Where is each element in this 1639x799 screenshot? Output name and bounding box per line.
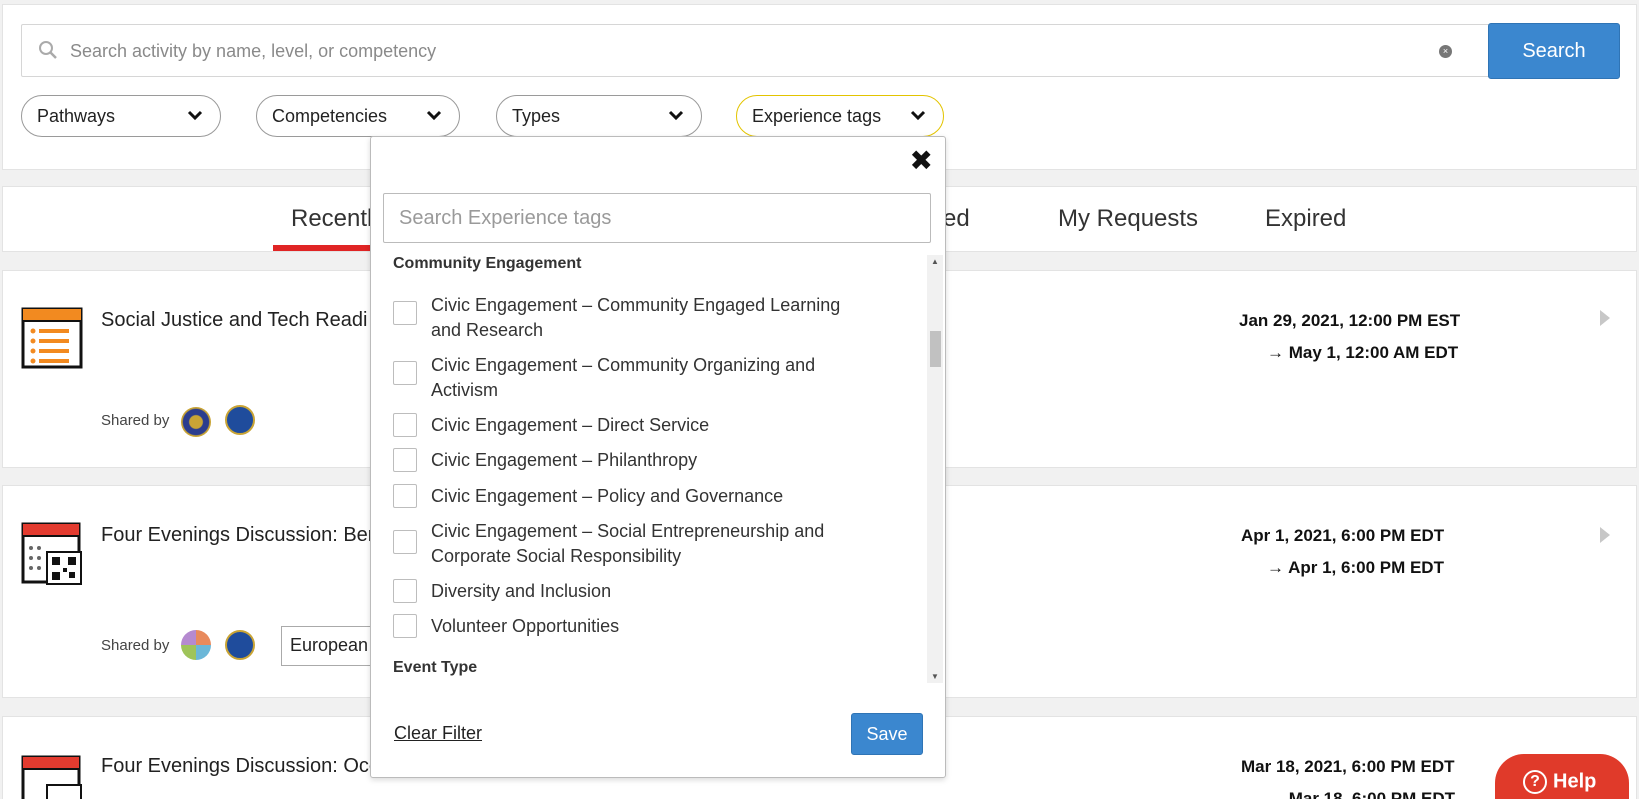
pathways-dropdown[interactable]: Pathways <box>21 95 221 137</box>
tab-my-requests[interactable]: My Requests <box>1058 205 1198 233</box>
tag-label: Diversity and Inclusion <box>431 581 612 601</box>
tag-option[interactable]: Civic Engagement – Community Engaged Lea… <box>393 293 873 343</box>
card-title[interactable]: Social Justice and Tech Readi <box>101 309 367 332</box>
chevron-down-icon <box>910 110 926 121</box>
types-dropdown[interactable]: Types <box>496 95 702 137</box>
end-date: → May 1, 12:00 AM EDT <box>1267 343 1459 362</box>
scroll-up-icon[interactable]: ▲ <box>930 257 940 266</box>
question-icon: ? <box>1523 770 1547 794</box>
tag-option[interactable]: Civic Engagement – Philanthropy <box>393 448 873 474</box>
checkbox[interactable] <box>393 579 417 603</box>
start-date: Jan 29, 2021, 12:00 PM EST <box>1239 311 1461 330</box>
tag-option[interactable]: Civic Engagement – Direct Service <box>393 413 873 439</box>
group-heading-event-type: Event Type <box>393 659 478 676</box>
experience-tags-popup: ✖ Community Engagement Civic Engagement … <box>370 136 946 778</box>
avatar <box>181 630 211 660</box>
experience-tags-list[interactable]: Community Engagement Civic Engagement – … <box>383 249 933 681</box>
chevron-right-icon[interactable] <box>1599 309 1611 327</box>
checkbox[interactable] <box>393 413 417 437</box>
tag-option[interactable]: Civic Engagement – Community Organizing … <box>393 353 873 403</box>
clear-filter-link[interactable]: Clear Filter <box>394 723 482 744</box>
chevron-right-icon[interactable] <box>1599 526 1611 544</box>
scroll-down-icon[interactable]: ▼ <box>930 672 940 681</box>
close-icon[interactable]: ✖ <box>910 147 933 175</box>
card-title[interactable]: Four Evenings Discussion: Ber <box>101 524 374 547</box>
tag-option[interactable]: Diversity and Inclusion <box>393 579 873 605</box>
competencies-label: Competencies <box>272 106 388 126</box>
scrollbar-thumb[interactable] <box>930 331 941 367</box>
tag-label: Volunteer Opportunities <box>431 616 620 636</box>
checkbox[interactable] <box>393 301 417 325</box>
avatar <box>181 407 211 437</box>
checkbox[interactable] <box>393 361 417 385</box>
avatar <box>225 405 255 435</box>
experience-tags-search-input[interactable] <box>383 193 931 243</box>
tag-label: Civic Engagement – Community Organizing … <box>431 355 816 400</box>
checkbox[interactable] <box>393 448 417 472</box>
start-date: Apr 1, 2021, 6:00 PM EDT <box>1241 526 1445 545</box>
popup-scrollbar[interactable]: ▲ ▼ <box>927 255 943 683</box>
avatar <box>225 630 255 660</box>
group-heading-community-engagement: Community Engagement <box>393 255 582 272</box>
tab-expired[interactable]: Expired <box>1265 205 1346 233</box>
search-input[interactable] <box>70 33 1430 69</box>
event-ticket-icon <box>21 755 82 799</box>
start-date: Mar 18, 2021, 6:00 PM EDT <box>1241 757 1455 776</box>
tag-label: Civic Engagement – Philanthropy <box>431 450 698 470</box>
search-icon <box>39 41 57 59</box>
experience-tags-dropdown[interactable]: Experience tags <box>736 95 944 137</box>
end-date: → Mar 18, 6:00 PM EDT <box>1267 789 1456 799</box>
tag-option[interactable]: Civic Engagement – Social Entrepreneursh… <box>393 519 873 569</box>
search-box: × <box>21 24 1491 77</box>
shared-by-label: Shared by <box>101 637 170 654</box>
help-label: Help <box>1553 770 1597 793</box>
experience-tags-label: Experience tags <box>752 106 882 126</box>
tag-label: Civic Engagement – Policy and Governance <box>431 486 784 506</box>
clear-search-icon[interactable]: × <box>1439 45 1452 58</box>
event-ticket-icon <box>21 522 82 585</box>
help-button[interactable]: ? Help <box>1495 754 1629 799</box>
tag-label: Civic Engagement – Social Entrepreneursh… <box>431 521 825 566</box>
list-document-icon <box>21 307 83 369</box>
tag-label: Civic Engagement – Community Engaged Lea… <box>431 295 841 340</box>
shared-by-label: Shared by <box>101 412 170 429</box>
chevron-down-icon <box>668 110 684 121</box>
search-button[interactable]: Search <box>1488 23 1620 79</box>
tag-option[interactable]: Volunteer Opportunities <box>393 614 873 640</box>
checkbox[interactable] <box>393 484 417 508</box>
pathways-label: Pathways <box>37 106 116 126</box>
checkbox[interactable] <box>393 530 417 554</box>
end-date: → Apr 1, 6:00 PM EDT <box>1267 558 1444 577</box>
competencies-dropdown[interactable]: Competencies <box>256 95 460 137</box>
card-title[interactable]: Four Evenings Discussion: Oce <box>101 755 380 778</box>
chevron-down-icon <box>426 110 442 121</box>
checkbox[interactable] <box>393 614 417 638</box>
save-button[interactable]: Save <box>851 713 923 755</box>
chevron-down-icon <box>187 110 203 121</box>
types-label: Types <box>512 106 561 126</box>
tag-label: Civic Engagement – Direct Service <box>431 415 710 435</box>
tag-option[interactable]: Civic Engagement – Policy and Governance <box>393 484 873 510</box>
